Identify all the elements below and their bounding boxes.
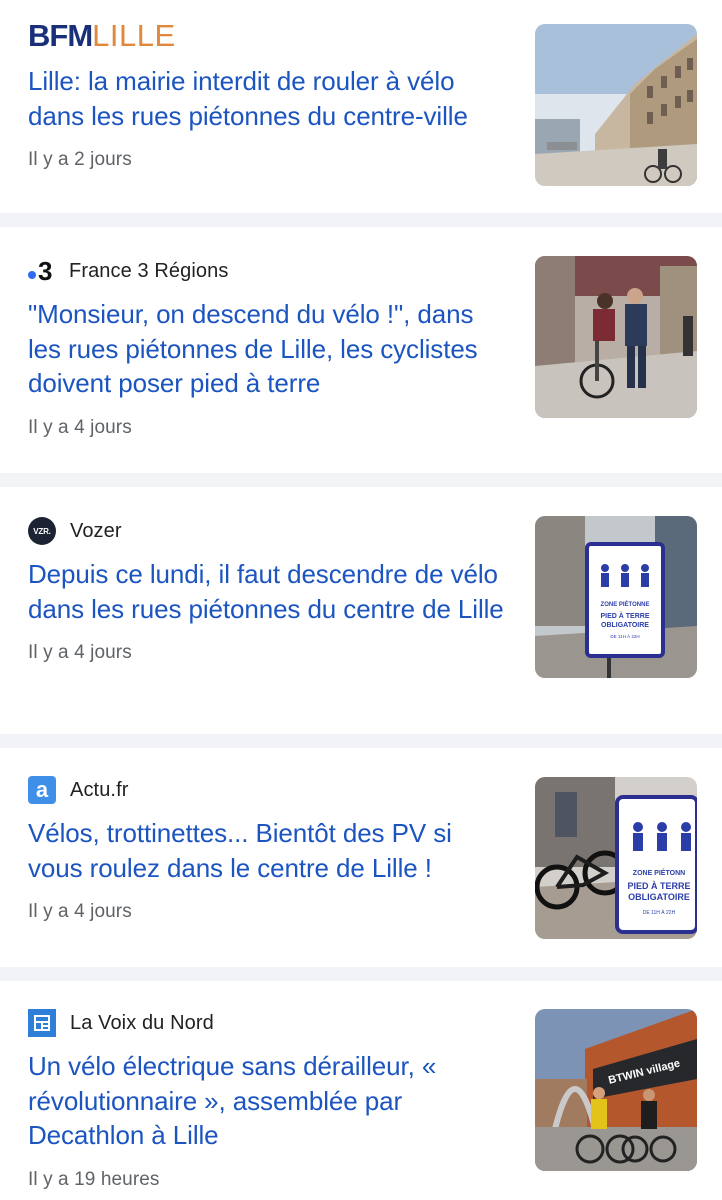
bfm-lille-logo: BFM LILLE — [28, 18, 176, 53]
bicycle-and-sign-photo[interactable]: ZONE PIÉTONN PIED À TERRE OBLIGATOIRE DE… — [535, 777, 697, 939]
article-headline[interactable]: Depuis ce lundi, il faut descendre de vé… — [28, 557, 513, 626]
source-name: France 3 Régions — [69, 259, 229, 282]
article-card[interactable]: 3 France 3 Régions "Monsieur, on descend… — [0, 227, 722, 473]
vozer-logo: VZR. — [28, 517, 56, 545]
article-time: Il y a 4 jours — [28, 416, 132, 438]
pedestrian-zone-sign-photo[interactable]: ZONE PIÉTONNE PIED À TERRE OBLIGATOIRE D… — [535, 516, 697, 678]
voix-du-nord-logo — [28, 1009, 56, 1037]
article-time: Il y a 4 jours — [28, 642, 132, 663]
article-headline[interactable]: "Monsieur, on descend du vélo !", dans l… — [28, 297, 513, 401]
svg-text:DE 11H À 22H: DE 11H À 22H — [610, 633, 639, 639]
actu-logo: a — [28, 776, 56, 804]
source-name: Vozer — [70, 519, 122, 542]
article-headline[interactable]: Vélos, trottinettes... Bientôt des PV si… — [28, 816, 513, 885]
police-and-cyclist-photo[interactable] — [535, 256, 697, 418]
article-time: Il y a 19 heures — [28, 1168, 160, 1190]
article-text: BFM LILLE Lille: la mairie interdit de ro… — [28, 18, 513, 171]
article-source: VZR. Vozer — [28, 517, 513, 545]
article-source: La Voix du Nord — [28, 1009, 513, 1037]
article-headline[interactable]: Un vélo électrique sans dérailleur, « ré… — [28, 1049, 513, 1153]
article-text: a Actu.fr Vélos, trottinettes... Bientôt… — [28, 776, 513, 923]
article-text: VZR. Vozer Depuis ce lundi, il faut desc… — [28, 517, 513, 664]
svg-text:DE 11H À 22H: DE 11H À 22H — [643, 909, 676, 916]
news-feed: BFM LILLE Lille: la mairie interdit de ro… — [0, 0, 722, 1200]
article-source: a Actu.fr — [28, 776, 513, 804]
svg-text:OBLIGATOIRE: OBLIGATOIRE — [628, 892, 690, 902]
article-source: BFM LILLE — [28, 18, 513, 53]
article-time: Il y a 4 jours — [28, 901, 132, 922]
article-card[interactable]: BFM LILLE Lille: la mairie interdit de ro… — [0, 0, 722, 213]
article-headline[interactable]: Lille: la mairie interdit de rouler à vé… — [28, 64, 513, 133]
street-with-buildings-photo[interactable] — [535, 24, 697, 186]
article-card[interactable]: La Voix du Nord Un vélo électrique sans … — [0, 981, 722, 1200]
article-source: 3 France 3 Régions — [28, 257, 513, 285]
article-text: 3 France 3 Régions "Monsieur, on descend… — [28, 257, 513, 439]
article-card[interactable]: a Actu.fr Vélos, trottinettes... Bientôt… — [0, 748, 722, 967]
svg-text:ZONE PIÉTONNE: ZONE PIÉTONNE — [601, 600, 650, 608]
svg-text:PIED À TERRE: PIED À TERRE — [600, 611, 649, 620]
article-card[interactable]: VZR. Vozer Depuis ce lundi, il faut desc… — [0, 487, 722, 734]
svg-text:PIED À TERRE: PIED À TERRE — [627, 881, 690, 891]
cyclists-at-btwin-village-photo[interactable]: BTWIN village — [535, 1009, 697, 1171]
france3-logo: 3 — [28, 257, 56, 285]
article-time: Il y a 2 jours — [28, 149, 132, 170]
svg-text:OBLIGATOIRE: OBLIGATOIRE — [601, 622, 649, 629]
article-text: La Voix du Nord Un vélo électrique sans … — [28, 1009, 513, 1191]
source-name: Actu.fr — [70, 778, 129, 801]
source-name: La Voix du Nord — [70, 1011, 214, 1034]
svg-text:ZONE PIÉTONN: ZONE PIÉTONN — [633, 868, 685, 877]
